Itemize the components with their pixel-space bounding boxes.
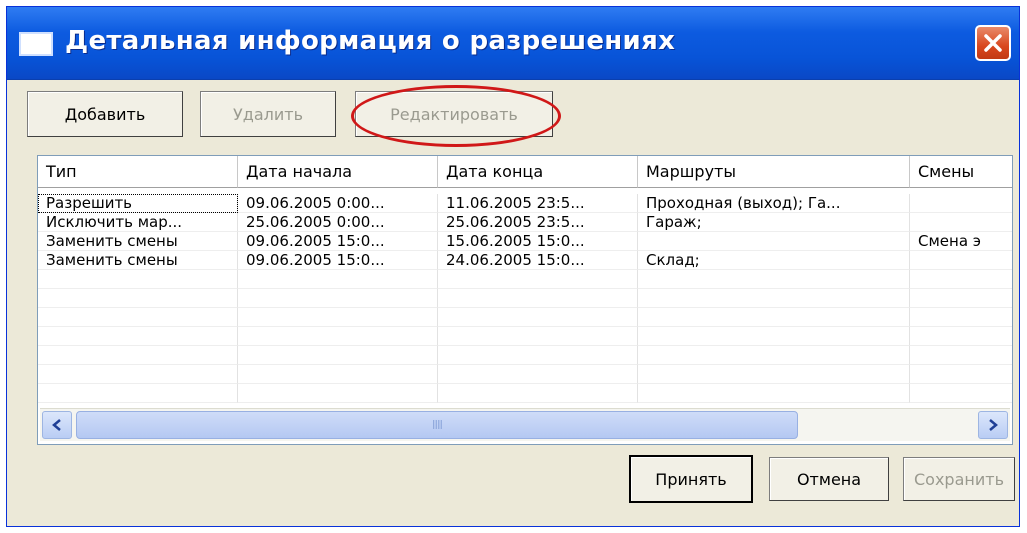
cell-routes: Гараж;: [638, 213, 910, 232]
cell-type: Разрешить: [38, 194, 238, 213]
table-row[interactable]: Исключить мар... 25.06.2005 0:00... 25.0…: [38, 213, 1012, 232]
table-header: Тип Дата начала Дата конца Маршруты Смен…: [38, 156, 1012, 188]
column-header-shifts[interactable]: Смены: [910, 156, 1012, 188]
scroll-grip: IIII: [431, 418, 443, 432]
cell-start-date: 25.06.2005 0:00...: [238, 213, 438, 232]
empty-row: [38, 289, 1012, 308]
add-button[interactable]: Добавить: [27, 91, 183, 137]
cell-type: Заменить смены: [38, 251, 238, 270]
table-row[interactable]: Разрешить 09.06.2005 0:00... 11.06.2005 …: [38, 194, 1012, 213]
permissions-table[interactable]: Тип Дата начала Дата конца Маршруты Смен…: [37, 155, 1013, 445]
cell-start-date: 09.06.2005 15:0...: [238, 232, 438, 251]
column-header-routes[interactable]: Маршруты: [638, 156, 910, 188]
column-header-type[interactable]: Тип: [38, 156, 238, 188]
scroll-thumb[interactable]: IIII: [76, 411, 798, 439]
cell-end-date: 15.06.2005 15:0...: [438, 232, 638, 251]
cell-shifts: [910, 194, 1012, 213]
scroll-left-button[interactable]: [42, 411, 72, 439]
column-header-end-date[interactable]: Дата конца: [438, 156, 638, 188]
cell-shifts: Смена э: [910, 232, 1012, 251]
delete-button[interactable]: Удалить: [200, 91, 336, 137]
cell-routes: Склад;: [638, 251, 910, 270]
cell-shifts: [910, 251, 1012, 270]
cell-type: Заменить смены: [38, 232, 238, 251]
horizontal-scrollbar[interactable]: IIII: [40, 408, 1010, 441]
empty-row: [38, 327, 1012, 346]
scroll-right-icon: [989, 419, 998, 431]
empty-row: [38, 346, 1012, 365]
cancel-button[interactable]: Отмена: [769, 457, 889, 501]
edit-button[interactable]: Редактировать: [355, 91, 553, 137]
cell-routes: Проходная (выход); Га...: [638, 194, 910, 213]
close-button[interactable]: [975, 25, 1011, 61]
save-button[interactable]: Сохранить: [903, 457, 1015, 501]
scroll-right-button[interactable]: [978, 411, 1008, 439]
empty-row: [38, 308, 1012, 327]
cell-end-date: 25.06.2005 23:5...: [438, 213, 638, 232]
cell-routes: [638, 232, 910, 251]
cell-type: Исключить мар...: [38, 213, 238, 232]
cell-end-date: 24.06.2005 15:0...: [438, 251, 638, 270]
cell-end-date: 11.06.2005 23:5...: [438, 194, 638, 213]
title-bar[interactable]: Детальная информация о разрешениях: [7, 7, 1019, 80]
cell-shifts: [910, 213, 1012, 232]
window-title: Детальная информация о разрешениях: [65, 26, 676, 56]
table-row[interactable]: Заменить смены 09.06.2005 15:0... 24.06.…: [38, 251, 1012, 270]
cell-start-date: 09.06.2005 0:00...: [238, 194, 438, 213]
empty-row: [38, 365, 1012, 384]
close-icon: [984, 34, 1002, 52]
column-header-start-date[interactable]: Дата начала: [238, 156, 438, 188]
empty-row: [38, 384, 1012, 403]
cell-start-date: 09.06.2005 15:0...: [238, 251, 438, 270]
window-icon: [19, 32, 53, 56]
table-row[interactable]: Заменить смены 09.06.2005 15:0... 15.06.…: [38, 232, 1012, 251]
accept-button[interactable]: Принять: [629, 455, 753, 503]
permissions-dialog: Детальная информация о разрешениях Добав…: [6, 6, 1020, 527]
scroll-left-icon: [52, 419, 61, 431]
empty-row: [38, 270, 1012, 289]
